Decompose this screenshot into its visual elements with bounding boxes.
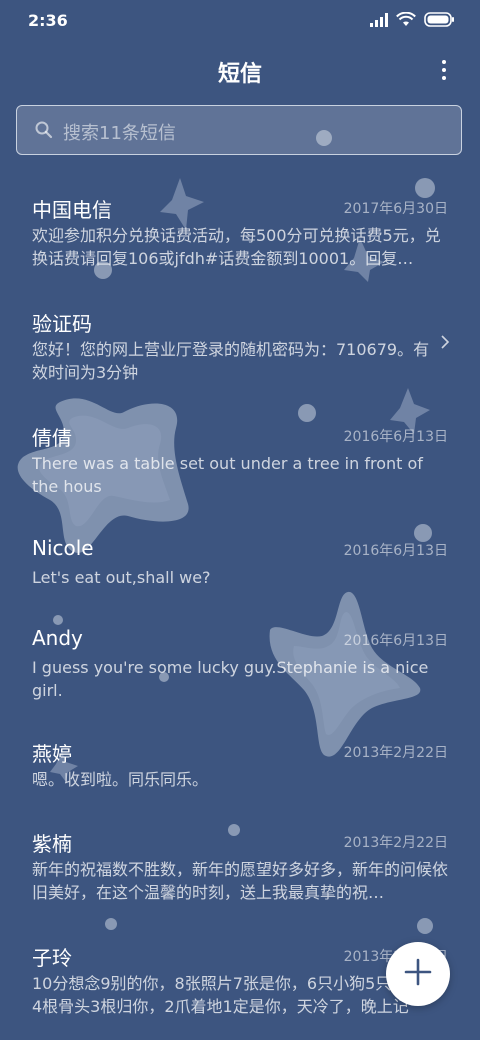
search-icon bbox=[35, 121, 53, 143]
more-options-button[interactable] bbox=[432, 58, 456, 82]
message-sender: 子玲 bbox=[32, 946, 72, 970]
message-preview: 新年的祝福数不胜数，新年的愿望好多好多，新年的问候依旧美好，在这个温馨的时刻，送… bbox=[32, 860, 448, 902]
more-vertical-icon-dot bbox=[442, 76, 446, 80]
message-preview: 欢迎参加积分兑换话费活动，每500分可兑换话费5元，兑换话费请回复106或jfd… bbox=[32, 226, 441, 268]
message-sender: 验证码 bbox=[32, 312, 92, 336]
message-item-verification-code[interactable]: 验证码 您好！您的网上营业厅登录的随机密码为：710679。有效时间为3分钟 bbox=[0, 294, 480, 408]
message-item-zinan[interactable]: 紫楠 2013年2月22日 新年的祝福数不胜数，新年的愿望好多好多，新年的问候依… bbox=[0, 814, 480, 928]
message-date: 2016年6月13日 bbox=[343, 429, 448, 445]
message-sender: Andy bbox=[32, 626, 83, 650]
title-bar: 短信 bbox=[0, 48, 480, 92]
message-date: 2013年2月22日 bbox=[343, 745, 448, 761]
new-message-button[interactable] bbox=[386, 942, 450, 1006]
plus-icon bbox=[404, 958, 432, 990]
message-item-nicole[interactable]: Nicole 2016年6月13日 Let's eat out,shall we… bbox=[0, 522, 480, 612]
more-vertical-icon-dot bbox=[442, 68, 446, 72]
message-preview: 嗯。收到啦。同乐同乐。 bbox=[32, 770, 209, 789]
chevron-right-icon bbox=[440, 334, 450, 354]
message-sender: 倩倩 bbox=[32, 426, 72, 450]
status-bar: 2:36 bbox=[0, 0, 480, 40]
message-sender: 中国电信 bbox=[32, 198, 112, 222]
message-sender: 紫楠 bbox=[32, 832, 72, 856]
message-date: 2016年6月13日 bbox=[343, 633, 448, 649]
message-preview: There was a table set out under a tree i… bbox=[32, 454, 423, 496]
battery-icon bbox=[424, 12, 454, 31]
message-date: 2016年6月13日 bbox=[343, 543, 448, 559]
message-preview: 您好！您的网上营业厅登录的随机密码为：710679。有效时间为3分钟 bbox=[32, 340, 430, 382]
message-sender: 燕婷 bbox=[32, 742, 72, 766]
message-list: 中国电信 2017年6月30日 欢迎参加积分兑换话费活动，每500分可兑换话费5… bbox=[0, 180, 480, 1028]
message-item-yanting[interactable]: 燕婷 2013年2月22日 嗯。收到啦。同乐同乐。 bbox=[0, 724, 480, 814]
message-preview: Let's eat out,shall we? bbox=[32, 568, 211, 587]
message-item-andy[interactable]: Andy 2016年6月13日 I guess you're some luck… bbox=[0, 612, 480, 724]
message-preview: I guess you're some lucky guy.Stephanie … bbox=[32, 658, 429, 700]
message-item-qianqian[interactable]: 倩倩 2016年6月13日 There was a table set out … bbox=[0, 408, 480, 522]
wifi-icon bbox=[396, 11, 416, 31]
message-date: 2013年2月22日 bbox=[343, 835, 448, 851]
message-item-china-telecom[interactable]: 中国电信 2017年6月30日 欢迎参加积分兑换话费活动，每500分可兑换话费5… bbox=[0, 180, 480, 294]
signal-icon bbox=[370, 12, 388, 31]
status-icons bbox=[370, 11, 454, 31]
message-date: 2017年6月30日 bbox=[343, 201, 448, 217]
page-title: 短信 bbox=[217, 62, 262, 87]
search-input[interactable]: 搜索11条短信 bbox=[16, 105, 462, 155]
message-sender: Nicole bbox=[32, 536, 94, 560]
more-vertical-icon bbox=[442, 60, 446, 64]
status-time: 2:36 bbox=[28, 11, 68, 30]
search-placeholder: 搜索11条短信 bbox=[63, 123, 176, 144]
